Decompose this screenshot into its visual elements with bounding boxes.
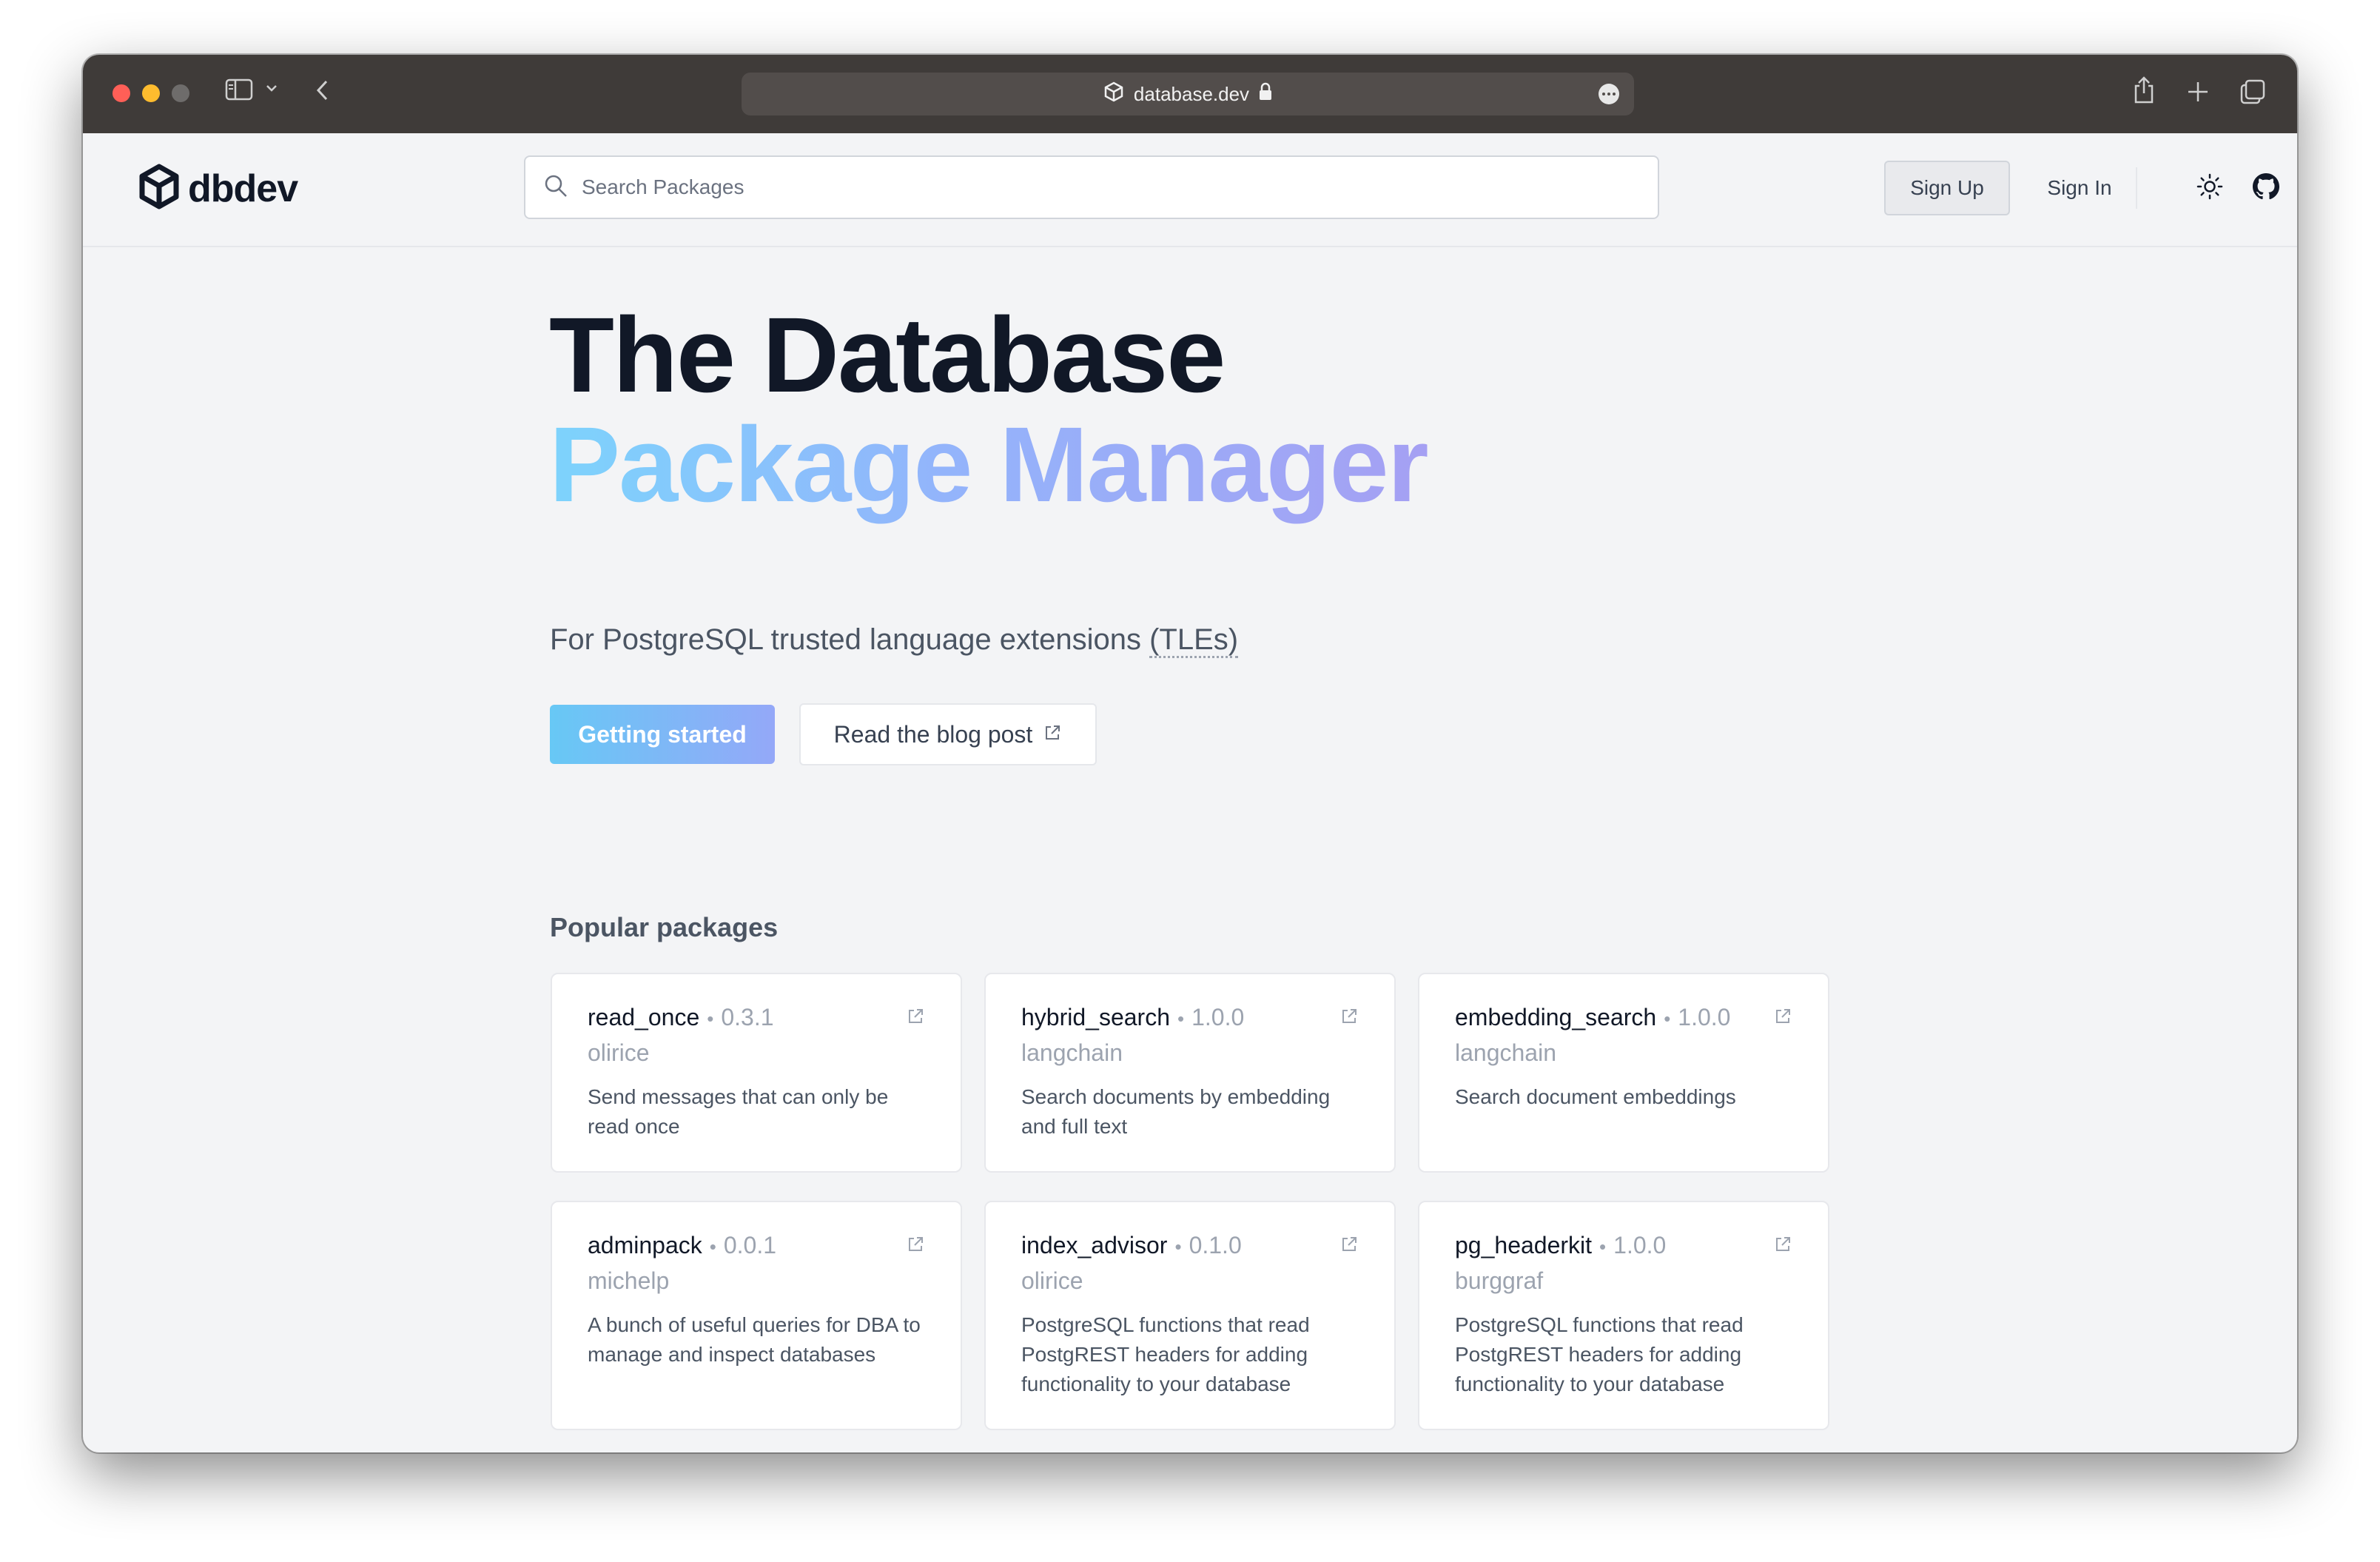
search-input[interactable]	[582, 175, 1618, 199]
tab-overview-icon[interactable]	[2239, 78, 2266, 109]
external-link-icon[interactable]	[1773, 1007, 1792, 1030]
sun-icon[interactable]	[2196, 173, 2223, 204]
package-name: index_advisor	[1021, 1232, 1168, 1258]
separator-dot: •	[1599, 1236, 1607, 1258]
site-header: dbdev Sign Up Sign In	[83, 133, 2297, 247]
package-description: Search document embeddings	[1455, 1085, 1736, 1108]
package-card[interactable]: embedding_search • 1.0.0 langchain Search …	[1418, 973, 1829, 1173]
package-version: 0.0.1	[723, 1232, 777, 1258]
external-link-icon	[1043, 721, 1062, 748]
separator-dot: •	[1177, 1008, 1185, 1030]
address-url: database.dev	[1133, 82, 1250, 105]
package-description: A bunch of useful queries for DBA to man…	[588, 1313, 921, 1366]
hero-title: The Database Package Manager	[549, 295, 1429, 530]
package-card[interactable]: adminpack • 0.0.1 michelp A bunch of usefu…	[551, 1201, 962, 1430]
package-description: PostgreSQL functions that read PostgREST…	[1455, 1313, 1744, 1395]
external-link-icon[interactable]	[1339, 1007, 1359, 1030]
lock-icon	[1258, 82, 1273, 107]
separator-dot: •	[707, 1008, 714, 1030]
package-description: Send messages that can only be read once	[588, 1085, 889, 1138]
minimize-window-button[interactable]	[142, 84, 160, 102]
blog-post-label: Read the blog post	[833, 720, 1033, 748]
separator-dot: •	[1664, 1008, 1671, 1030]
package-name: embedding_search	[1455, 1004, 1657, 1030]
header-divider	[2136, 167, 2137, 209]
getting-started-button[interactable]: Getting started	[550, 705, 775, 764]
package-author: olirice	[588, 1039, 650, 1066]
popular-packages-title: Popular packages	[550, 912, 779, 942]
site-logo[interactable]: dbdev	[138, 163, 298, 214]
close-window-button[interactable]	[112, 84, 130, 102]
package-name: read_once	[588, 1004, 700, 1030]
package-author: langchain	[1021, 1039, 1123, 1066]
sign-in-button[interactable]: Sign In	[2020, 161, 2139, 215]
package-name: hybrid_search	[1021, 1004, 1170, 1030]
package-card[interactable]: pg_headerkit • 1.0.0 burggraf PostgreSQL f…	[1418, 1201, 1829, 1430]
package-author: burggraf	[1455, 1267, 1544, 1294]
package-version: 0.1.0	[1189, 1232, 1242, 1258]
browser-window: database.dev dbdev Search Packages Sign …	[83, 55, 2297, 1452]
sidebar-toggle-icon[interactable]	[225, 78, 253, 105]
package-version: 1.0.0	[1678, 1004, 1731, 1030]
external-link-icon[interactable]	[1773, 1235, 1792, 1258]
new-tab-icon[interactable]	[2186, 80, 2210, 107]
hero-title-line2: Package Manager	[549, 412, 1429, 530]
package-version: 1.0.0	[1191, 1004, 1245, 1030]
hero-subtitle: For PostgreSQL trusted language extensio…	[550, 623, 1239, 658]
github-icon[interactable]	[2253, 173, 2279, 204]
site-favicon-icon	[1103, 81, 1125, 108]
window-controls	[112, 84, 189, 102]
external-link-icon[interactable]	[906, 1007, 925, 1030]
chevron-down-icon[interactable]	[265, 83, 278, 97]
package-author: michelp	[588, 1267, 670, 1294]
blog-post-link[interactable]: Read the blog post	[799, 703, 1097, 765]
search-box[interactable]	[524, 155, 1659, 219]
package-card[interactable]: index_advisor • 0.1.0 olirice PostgreSQL f…	[984, 1201, 1396, 1430]
package-card[interactable]: hybrid_search • 1.0.0 langchain Search doc…	[984, 973, 1396, 1173]
package-author: olirice	[1021, 1267, 1083, 1294]
package-name: pg_headerkit	[1455, 1232, 1593, 1258]
package-description: PostgreSQL functions that read PostgREST…	[1021, 1313, 1310, 1395]
address-bar[interactable]: database.dev	[742, 73, 1634, 115]
package-version: 0.3.1	[721, 1004, 774, 1030]
browser-toolbar: database.dev	[83, 55, 2297, 133]
share-icon[interactable]	[2131, 76, 2157, 109]
back-icon[interactable]	[314, 78, 332, 106]
package-description: Search documents by embedding and full t…	[1021, 1085, 1331, 1138]
package-version: 1.0.0	[1613, 1232, 1667, 1258]
package-card[interactable]: read_once • 0.3.1 olirice Send messages th…	[551, 973, 962, 1173]
zoom-window-button[interactable]	[172, 84, 189, 102]
separator-dot: •	[709, 1236, 716, 1258]
search-icon	[543, 173, 568, 202]
package-author: langchain	[1455, 1039, 1556, 1066]
tle-abbreviation[interactable]: (TLEs)	[1149, 623, 1239, 658]
external-link-icon[interactable]	[1339, 1235, 1359, 1258]
hero-subtitle-text: For PostgreSQL trusted language extensio…	[550, 623, 1150, 656]
external-link-icon[interactable]	[906, 1235, 925, 1258]
separator-dot: •	[1174, 1236, 1182, 1258]
hexagon-cube-icon	[138, 163, 181, 214]
logo-text: dbdev	[188, 167, 298, 210]
hero-title-line1: The Database	[549, 295, 1226, 415]
package-name: adminpack	[588, 1232, 702, 1258]
sign-up-button[interactable]: Sign Up	[1884, 161, 2010, 215]
page-menu-icon[interactable]	[1599, 84, 1619, 104]
